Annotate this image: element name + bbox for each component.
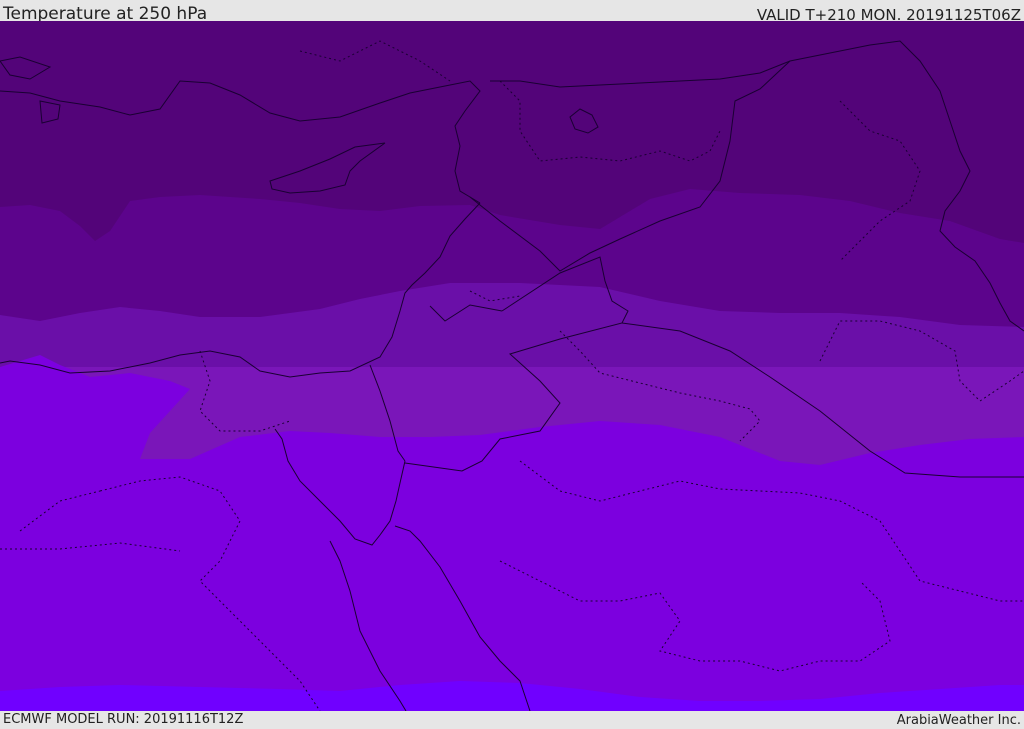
header-bar: Temperature at 250 hPa VALID T+210 MON. … [0,0,1024,24]
weather-map[interactable] [0,21,1024,711]
map-canvas [0,21,1024,711]
model-run-label: ECMWF MODEL RUN: 20191116T12Z [3,712,244,727]
footer-bar: ECMWF MODEL RUN: 20191116T12Z ArabiaWeat… [0,711,1024,729]
credit-label: ArabiaWeather Inc. [896,713,1021,728]
